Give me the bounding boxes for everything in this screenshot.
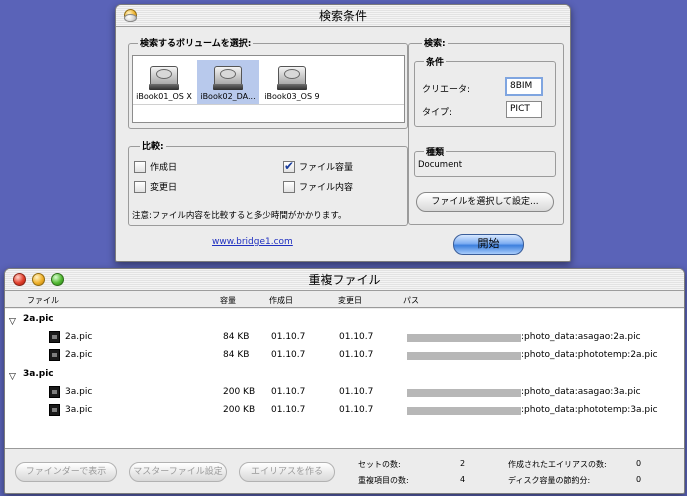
type-label: タイプ: — [422, 108, 453, 118]
website-link[interactable]: www.bridge1.com — [212, 237, 293, 247]
checkbox-size[interactable]: ファイル容量 — [283, 159, 353, 173]
volume-item[interactable]: iBook01_OS X — [133, 60, 195, 104]
col-file[interactable]: ファイル — [27, 295, 59, 306]
close-button[interactable] — [13, 273, 26, 286]
picture-file-icon — [49, 349, 60, 361]
compare-note: 注意:ファイル内容を比較すると多少時間がかかります。 — [132, 211, 347, 221]
picture-file-icon — [49, 386, 60, 398]
group-row[interactable]: ▽ 3a.pic — [5, 366, 684, 382]
checkbox-content[interactable]: ファイル内容 — [283, 180, 353, 193]
disk-saved-value: 0 — [636, 475, 642, 484]
volume-item[interactable]: iBook03_OS 9 — [261, 60, 323, 104]
group-row[interactable]: ▽ 2a.pic — [5, 311, 684, 327]
dup-count-label: 重複項目の数: — [358, 476, 409, 485]
volume-list[interactable]: iBook01_OS X iBook02_DA... iBook03_OS 9 — [132, 55, 405, 123]
alias-count-value: 0 — [636, 459, 642, 468]
checkbox-box-checked[interactable] — [283, 159, 295, 173]
sets-count-label: セットの数: — [358, 460, 401, 469]
creator-label: クリエータ: — [422, 85, 471, 95]
duplicate-list[interactable]: ▽ 2a.pic 2a.pic 84 KB 01.10.7 01.10.7 :p… — [5, 309, 684, 449]
path-redacted — [407, 352, 521, 360]
checkbox-box[interactable] — [283, 180, 295, 193]
creator-field[interactable]: 8BIM — [505, 77, 543, 96]
alias-count-label: 作成されたエイリアスの数: — [508, 460, 607, 469]
show-in-finder-button[interactable]: ファインダーで表示 — [15, 462, 117, 482]
compare-group-label: 比較: — [140, 139, 166, 152]
volume-group-label: 検索するボリュームを選択: — [138, 36, 254, 49]
column-header: ファイル 容量 作成日 変更日 パス — [5, 292, 684, 308]
kind-label: 種類 — [424, 145, 447, 158]
search-group-label: 検索: — [422, 36, 448, 49]
make-alias-button[interactable]: エイリアスを作る — [239, 462, 335, 482]
path-redacted — [407, 407, 521, 415]
choose-file-button[interactable]: ファイルを選択して設定... — [416, 192, 554, 212]
checkbox-box[interactable] — [134, 160, 146, 173]
sets-count-value: 2 — [460, 459, 466, 468]
kind-value: Document — [418, 160, 463, 170]
hard-disk-icon — [276, 62, 308, 92]
picture-file-icon — [49, 331, 60, 343]
file-row[interactable]: 3a.pic 200 KB 01.10.7 01.10.7 :photo_dat… — [5, 384, 684, 400]
search-window-titlebar[interactable]: 検索条件 — [116, 5, 570, 27]
file-row[interactable]: 3a.pic 200 KB 01.10.7 01.10.7 :photo_dat… — [5, 402, 684, 418]
path-redacted — [407, 334, 521, 342]
type-field[interactable]: PICT — [506, 101, 542, 118]
file-row[interactable]: 2a.pic 84 KB 01.10.7 01.10.7 :photo_data… — [5, 347, 684, 363]
dup-window-titlebar[interactable]: 重複ファイル — [5, 269, 684, 291]
duplicate-files-window: 重複ファイル ファイル 容量 作成日 変更日 パス ▽ 2a.pic 2a.pi… — [4, 268, 685, 494]
hard-disk-icon — [148, 62, 180, 92]
minimize-button[interactable] — [32, 273, 45, 286]
checkbox-modified[interactable]: 変更日 — [134, 180, 177, 193]
conditions-label: 条件 — [424, 55, 447, 68]
col-size[interactable]: 容量 — [220, 295, 236, 306]
file-row[interactable]: 2a.pic 84 KB 01.10.7 01.10.7 :photo_data… — [5, 329, 684, 345]
search-conditions-window: 検索条件 検索するボリュームを選択: iBook01_OS X iBook02_… — [115, 4, 571, 262]
checkbox-created[interactable]: 作成日 — [134, 160, 177, 173]
picture-file-icon — [49, 404, 60, 416]
col-created[interactable]: 作成日 — [269, 295, 293, 306]
start-button[interactable]: 開始 — [453, 234, 524, 255]
volume-item-selected[interactable]: iBook02_DA... — [197, 60, 259, 104]
hard-disk-icon — [212, 62, 244, 92]
col-modified[interactable]: 変更日 — [338, 295, 362, 306]
zoom-button[interactable] — [124, 14, 137, 22]
disk-saved-label: ディスク容量の節約分: — [508, 476, 591, 485]
search-window-title: 検索条件 — [318, 9, 367, 23]
checkbox-box[interactable] — [134, 180, 146, 193]
col-path[interactable]: パス — [403, 295, 419, 306]
zoom-button[interactable] — [51, 273, 64, 286]
dup-count-value: 4 — [460, 475, 466, 484]
set-master-file-button[interactable]: マスターファイル設定 — [129, 462, 227, 482]
dup-window-title: 重複ファイル — [308, 273, 381, 287]
path-redacted — [407, 389, 521, 397]
